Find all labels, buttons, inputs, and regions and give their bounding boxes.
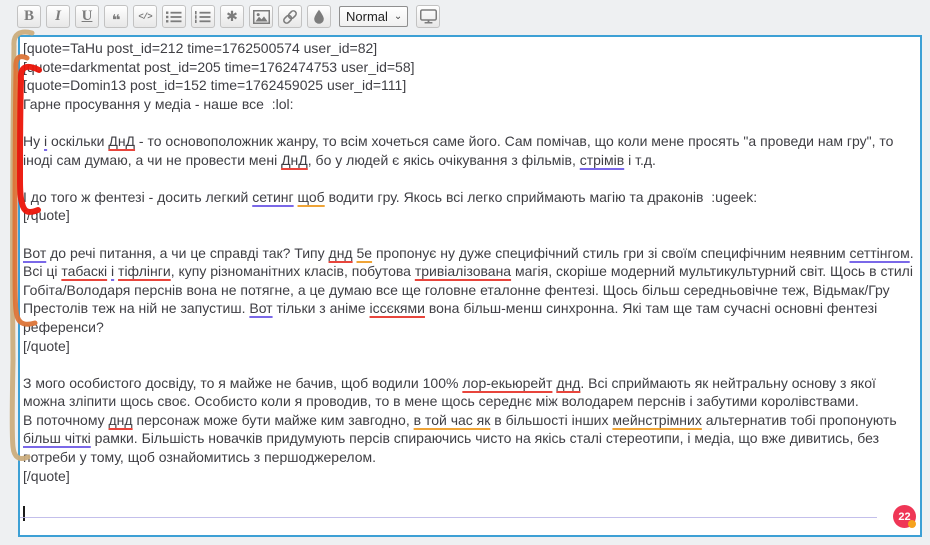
list-bullets-icon: [166, 10, 182, 24]
editor-line: [/quote]: [23, 337, 70, 354]
monitor-icon: [419, 9, 437, 24]
editor-line: [/quote]: [23, 207, 70, 224]
code-button[interactable]: </>: [133, 5, 157, 28]
spellcheck-orange-underline: щоб: [297, 188, 325, 205]
ordered-list-button[interactable]: [191, 5, 215, 28]
editor-line: [quote=Domin13 post_id=152 time=17624590…: [23, 77, 407, 94]
quote-icon: ❝: [111, 11, 121, 29]
spellcheck-red-underline: днд: [108, 411, 133, 428]
spellcheck-red-underline: ДнД: [281, 151, 308, 168]
spellcheck-red-underline: іссєкями: [369, 300, 425, 317]
chevron-down-icon: ⌄: [393, 11, 403, 22]
editor-line: З мого особистого досвіду, то я майже не…: [23, 374, 880, 410]
spellcheck-red-underline: лор-екьюрейт: [462, 374, 553, 391]
editor-line: [quote=darkmentat post_id=205 time=17624…: [23, 58, 415, 75]
underline-button[interactable]: U: [75, 5, 99, 28]
code-icon: </>: [138, 11, 152, 22]
link-chain-icon: [282, 9, 298, 25]
unordered-list-button[interactable]: [162, 5, 186, 28]
quote-button[interactable]: ❝: [104, 5, 128, 28]
spellcheck-purple-underline: сетинг: [252, 188, 294, 205]
format-select-value: Normal: [346, 9, 388, 24]
spellcheck-red-underline: днд: [328, 244, 353, 261]
link-button[interactable]: [278, 5, 302, 28]
fullscreen-button[interactable]: [416, 5, 441, 28]
spellcheck-purple-underline: Вот: [23, 244, 47, 261]
editor-line: І до того ж фентезі - досить легкий сети…: [23, 188, 758, 205]
bold-button[interactable]: B: [17, 5, 41, 28]
spellcheck-purple-underline: більш чіткі: [23, 430, 91, 447]
spellcheck-red-underline: ДнД: [108, 132, 136, 149]
bold-icon: B: [23, 8, 34, 24]
spellcheck-red-underline: тривіалізована: [414, 263, 512, 280]
bbcode-editor: [quote=TaHu post_id=212 time=1762500574 …: [18, 35, 922, 537]
asterisk-icon: ✱: [226, 8, 238, 25]
editor-line: В поточному днд персонаж може бути майже…: [23, 411, 901, 466]
list-numbers-icon: [195, 10, 211, 24]
underline-icon: U: [81, 8, 93, 24]
image-icon: [252, 9, 270, 24]
editor-content[interactable]: [quote=TaHu post_id=212 time=1762500574 …: [20, 37, 920, 535]
editor-line: [/quote]: [23, 467, 70, 484]
editor-line: [23, 504, 916, 523]
editor-line: Гарне просування у медіа - наше все :lol…: [23, 95, 294, 112]
grammar-checker-status-dot: [908, 520, 916, 528]
spellcheck-purple-underline: стрімів: [579, 151, 625, 168]
spellcheck-orange-underline: 5е: [356, 244, 373, 261]
image-button[interactable]: [249, 5, 273, 28]
italic-icon: I: [55, 8, 61, 24]
editor-line: Вот до речі питання, а чи це справді так…: [23, 244, 918, 335]
spellcheck-orange-underline: в той час як: [413, 411, 491, 428]
spellcheck-purple-underline: Вот: [249, 300, 273, 317]
spellcheck-red-underline: днд: [556, 374, 581, 391]
list-item-button[interactable]: ✱: [220, 5, 244, 28]
format-select[interactable]: Normal ⌄: [339, 6, 409, 27]
font-color-button[interactable]: [307, 5, 331, 28]
spellcheck-red-underline: табаскі: [61, 263, 108, 280]
spellcheck-orange-underline: мейнстрімних: [612, 411, 702, 428]
editor-line: [quote=TaHu post_id=212 time=1762500574 …: [23, 40, 378, 56]
italic-button[interactable]: I: [46, 5, 70, 28]
text-caret: [23, 505, 25, 521]
editor-line: Ну і оскільки ДнД - то основоположник жа…: [23, 132, 898, 168]
spellcheck-red-underline: тіфлінги: [118, 263, 171, 280]
spellcheck-purple-underline: сеттінгом: [849, 244, 910, 261]
divider-line: [20, 517, 877, 518]
editor-toolbar: B I U ❝ </> ✱ Normal ⌄: [17, 4, 441, 29]
droplet-icon: [313, 9, 325, 24]
